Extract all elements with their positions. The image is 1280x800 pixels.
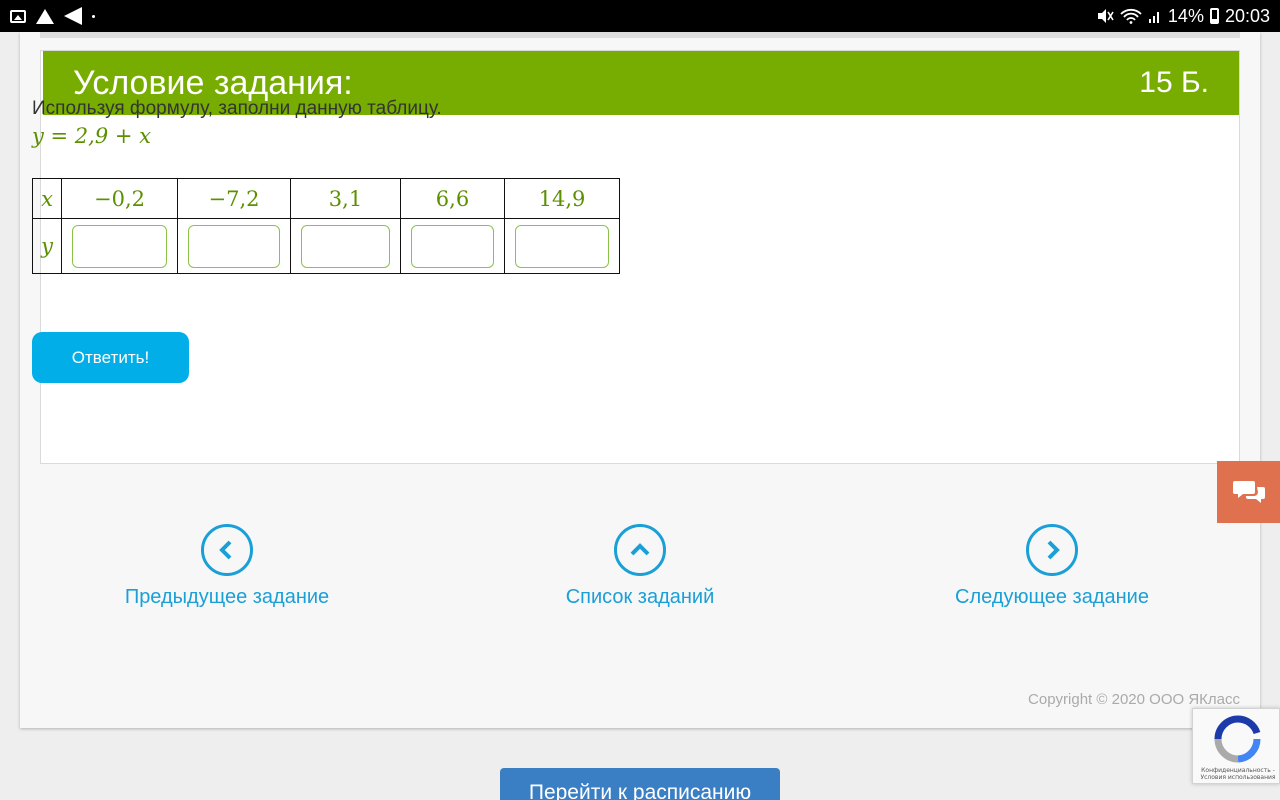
task-formula: y = 2,9 + x (32, 124, 151, 148)
y-answer-input-2[interactable] (188, 224, 280, 268)
y-answer-input-4[interactable] (411, 224, 494, 268)
task-points: 15 Б. (1139, 66, 1209, 99)
y-cell (290, 218, 401, 274)
recaptcha-logo-icon (1214, 715, 1261, 763)
schedule-button[interactable]: Перейти к расписанию (500, 768, 780, 800)
x-label: x (32, 178, 62, 219)
y-label: y (32, 218, 62, 274)
chevron-right-icon[interactable] (1026, 524, 1078, 576)
x-value: −7,2 (177, 178, 291, 219)
clock: 20:03 (1224, 5, 1270, 26)
answer-button[interactable]: Ответить! (32, 332, 189, 383)
gallery-icon (10, 9, 26, 23)
mute-icon (1097, 9, 1114, 23)
send-icon (64, 7, 82, 25)
task-title: Условие задания: (73, 63, 353, 102)
prev-task-link[interactable]: Предыдущее задание (77, 524, 377, 609)
battery-percent: 14% (1167, 5, 1204, 26)
chevron-up-icon[interactable] (614, 524, 666, 576)
y-answer-input-3[interactable] (301, 224, 390, 268)
y-cell (177, 218, 291, 274)
chat-button[interactable] (1217, 461, 1280, 523)
task-body: Используя формулу, заполни данную таблиц… (32, 98, 442, 148)
chat-icon[interactable] (1232, 478, 1266, 506)
y-cell (61, 218, 178, 274)
warning-icon (36, 8, 54, 24)
y-answer-input-5[interactable] (515, 224, 609, 268)
wifi-icon (1120, 8, 1142, 24)
battery-icon (1209, 8, 1219, 24)
previous-card-edge (40, 32, 1240, 38)
x-value: 14,9 (504, 178, 620, 219)
y-cell (400, 218, 505, 274)
x-value: −0,2 (61, 178, 178, 219)
next-task-link[interactable]: Следующее задание (902, 524, 1202, 609)
table-row-y: y (32, 218, 620, 274)
values-table: x −0,2 −7,2 3,1 6,6 14,9 y (32, 178, 620, 274)
status-bar: 14% 20:03 (0, 0, 1280, 32)
more-notifications-icon (92, 14, 95, 18)
recaptcha-badge[interactable]: Конфиденциальность - Условия использован… (1192, 708, 1280, 784)
table-row-x: x −0,2 −7,2 3,1 6,6 14,9 (32, 178, 620, 219)
prev-task-label[interactable]: Предыдущее задание (77, 586, 377, 609)
y-answer-input-1[interactable] (72, 224, 167, 268)
status-bar-system: 14% 20:03 (1096, 6, 1270, 27)
signal-icon (1148, 12, 1159, 23)
recaptcha-links[interactable]: Конфиденциальность - Условия использован… (1197, 767, 1279, 781)
chevron-left-icon[interactable] (201, 524, 253, 576)
status-bar-notifications (10, 7, 95, 25)
x-value: 3,1 (290, 178, 401, 219)
task-instruction: Используя формулу, заполни данную таблиц… (32, 98, 442, 119)
x-value: 6,6 (400, 178, 505, 219)
task-list-label[interactable]: Список заданий (490, 586, 790, 609)
copyright: Copyright © 2020 ООО ЯКласс (1028, 691, 1240, 708)
next-task-label[interactable]: Следующее задание (902, 586, 1202, 609)
y-cell (504, 218, 620, 274)
task-list-link[interactable]: Список заданий (490, 524, 790, 609)
